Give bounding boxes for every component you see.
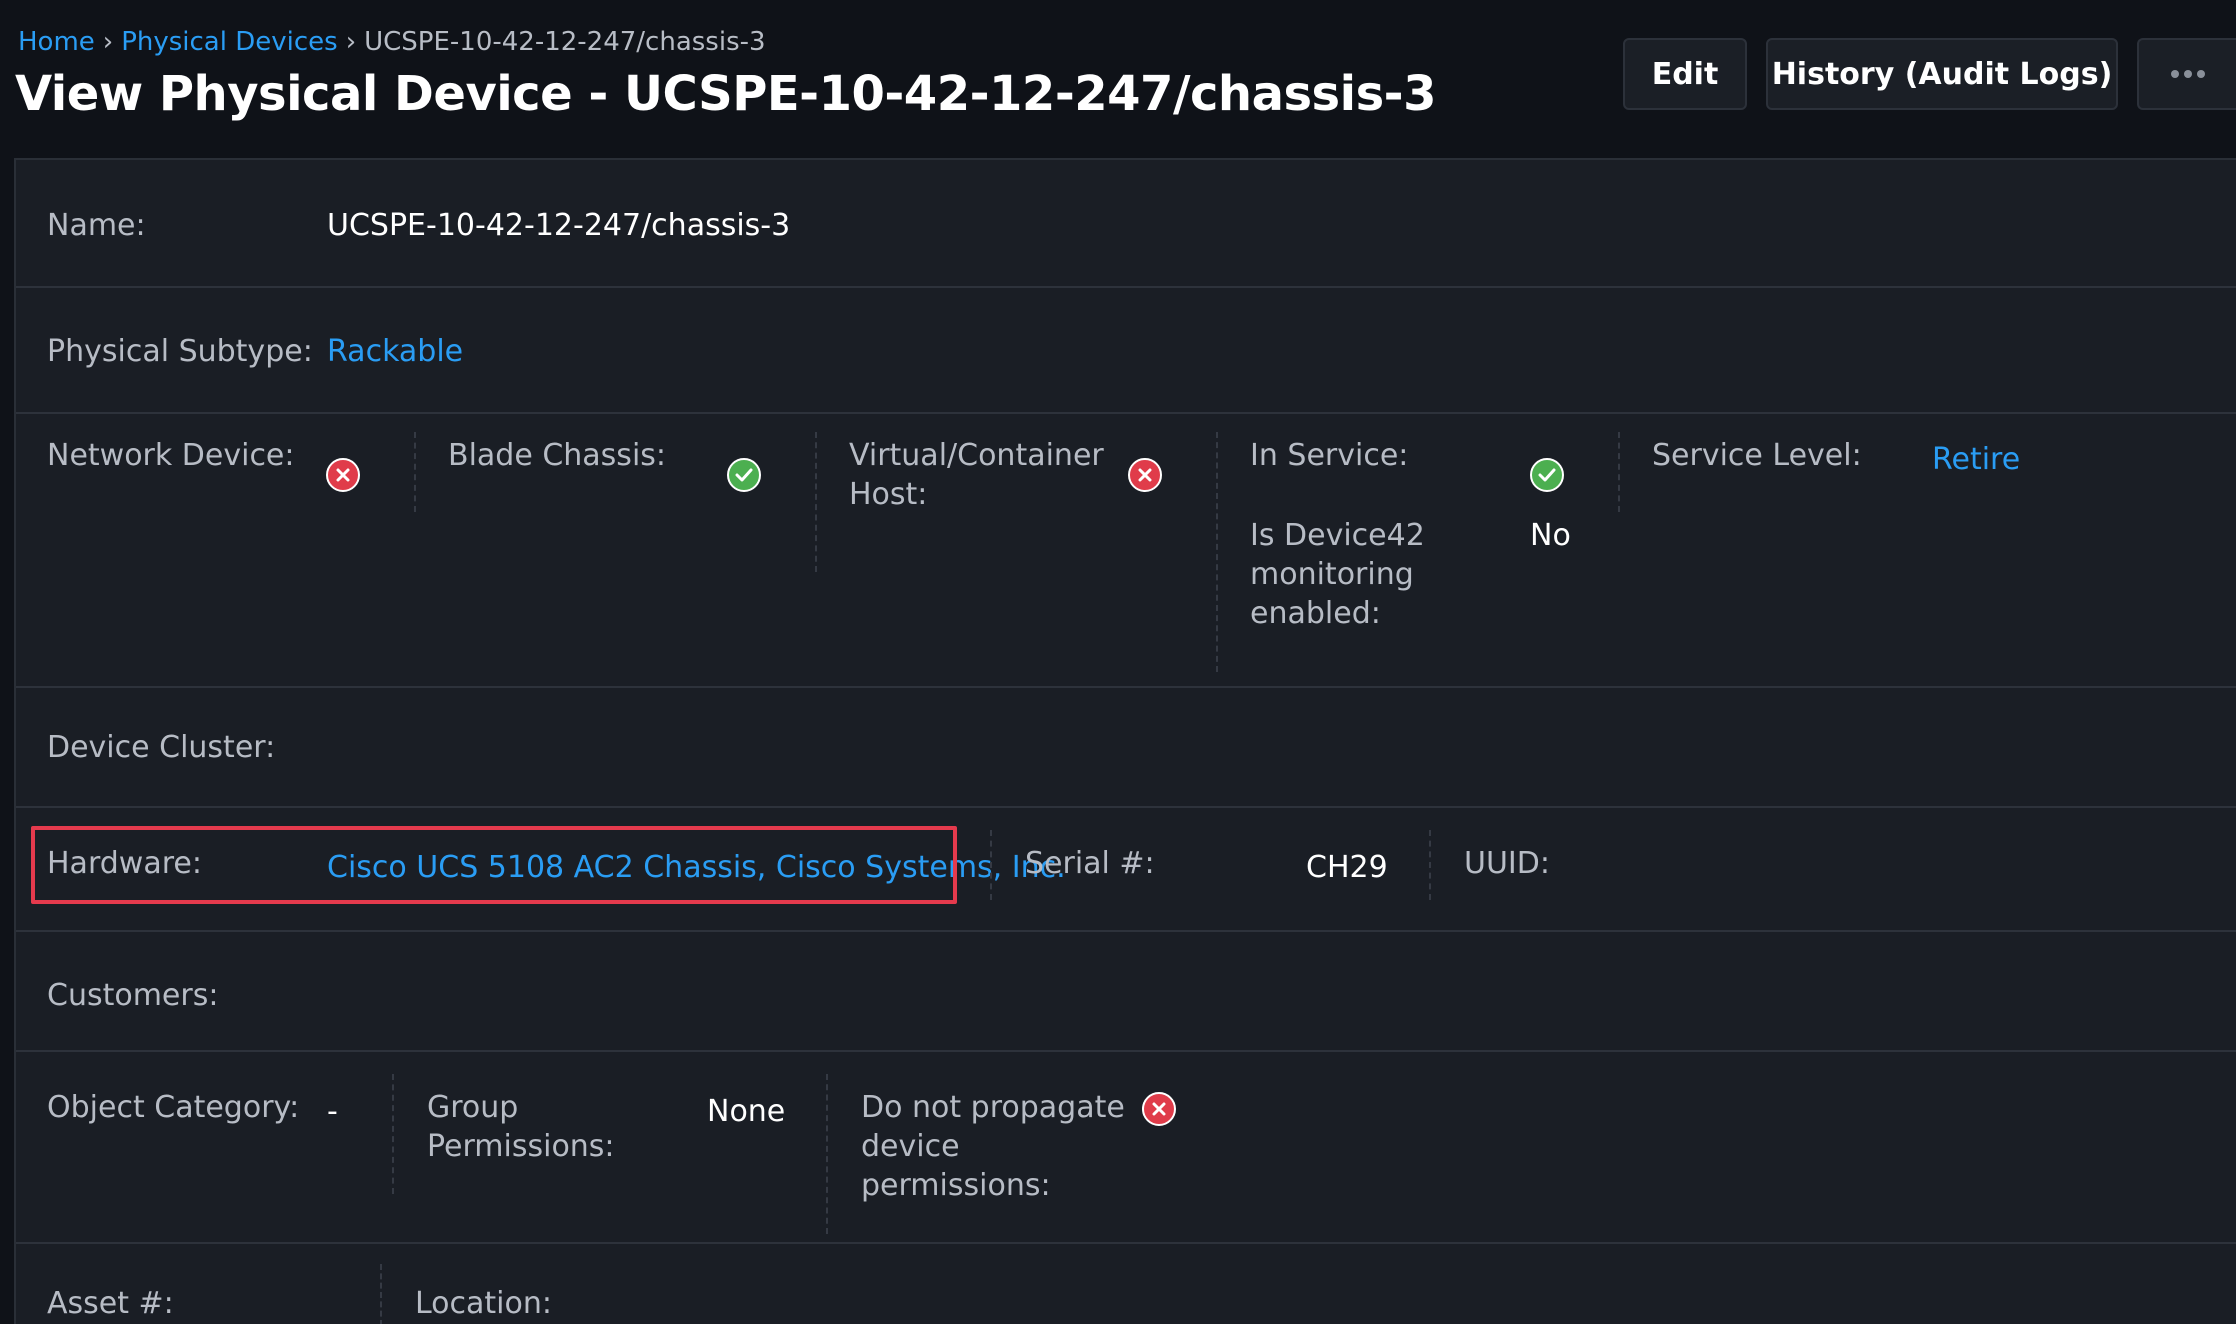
edit-button[interactable]: Edit [1623,38,1747,110]
network-device-label: Network Device: [47,438,295,473]
detail-row-flags: Network Device: Blade Chassis: Virtual/C… [16,414,2236,688]
group-permissions-label: Group Permissions: [427,1088,615,1166]
name-value: UCSPE-10-42-12-247/chassis-3 [327,208,791,243]
detail-row-name: Name: UCSPE-10-42-12-247/chassis-3 [16,160,2236,288]
customers-label: Customers: [47,978,219,1013]
propagate-permissions-label: Do not propagate device permissions: [861,1088,1125,1205]
x-circle-icon [1128,458,1162,492]
detail-row-physical-subtype: Physical Subtype: Rackable [16,288,2236,414]
column-divider [990,830,992,900]
breadcrumb-separator: › [102,27,114,57]
check-circle-icon [727,458,761,492]
hardware-highlight-box [31,826,957,904]
ellipsis-icon [2170,70,2205,78]
device-cluster-label: Device Cluster: [47,730,276,765]
x-circle-icon [1142,1092,1176,1126]
detail-row-permissions: Object Category: - Group Permissions: No… [16,1052,2236,1244]
check-circle-icon [1530,458,1564,492]
device-details-panel: Name: UCSPE-10-42-12-247/chassis-3 Physi… [14,158,2236,1324]
breadcrumb-separator: › [345,27,357,57]
location-label: Location: [415,1286,552,1321]
column-divider [1429,830,1431,900]
serial-label: Serial #: [1025,846,1155,881]
group-permissions-label-line: Group [427,1090,519,1125]
service-level-label: Service Level: [1652,438,1862,473]
uuid-label: UUID: [1464,846,1550,881]
serial-value: CH29 [1306,850,1388,885]
virtual-host-label-line: Host: [849,477,928,512]
object-category-value: - [327,1094,338,1129]
detail-row-asset: Asset #: Location: [16,1244,2236,1324]
breadcrumb: Home › Physical Devices › UCSPE-10-42-12-247… [18,26,766,58]
virtual-host-label: Virtual/Container Host: [849,436,1104,514]
more-actions-button[interactable] [2137,38,2236,110]
monitoring-value: No [1530,518,1571,553]
column-divider [1216,432,1218,672]
breadcrumb-home-link[interactable]: Home [18,27,95,57]
monitoring-label-line: Is Device42 [1250,518,1425,553]
column-divider [815,432,817,572]
monitoring-label-line: monitoring [1250,557,1414,592]
physical-subtype-label: Physical Subtype: [47,334,313,369]
column-divider [380,1264,382,1324]
detail-row-device-cluster: Device Cluster: [16,688,2236,808]
object-category-label: Object Category: [47,1090,300,1125]
virtual-host-label-line: Virtual/Container [849,438,1104,473]
group-permissions-label-line: Permissions: [427,1129,615,1164]
monitoring-label: Is Device42 monitoring enabled: [1250,516,1425,633]
column-divider [392,1074,394,1194]
propagate-label-line: permissions: [861,1168,1051,1203]
in-service-label: In Service: [1250,438,1409,473]
group-permissions-value: None [707,1094,786,1129]
column-divider [414,432,416,512]
detail-row-customers: Customers: [16,932,2236,1052]
propagate-label-line: device [861,1129,960,1164]
column-divider [1618,432,1620,512]
x-circle-icon [326,458,360,492]
history-audit-logs-button[interactable]: History (Audit Logs) [1766,38,2118,110]
physical-subtype-link[interactable]: Rackable [327,332,463,371]
propagate-label-line: Do not propagate [861,1090,1125,1125]
breadcrumb-physical-devices-link[interactable]: Physical Devices [121,27,338,57]
service-level-link[interactable]: Retire [1932,440,2020,479]
breadcrumb-current: UCSPE-10-42-12-247/chassis-3 [364,27,766,57]
name-label: Name: [47,208,146,243]
asset-label: Asset #: [47,1286,174,1321]
column-divider [826,1074,828,1234]
page-title: View Physical Device - UCSPE-10-42-12-24… [15,66,1436,122]
page-header: Home › Physical Devices › UCSPE-10-42-12-247… [0,0,2236,158]
monitoring-label-line: enabled: [1250,596,1381,631]
page: Home › Physical Devices › UCSPE-10-42-12-247… [0,0,2236,1324]
blade-chassis-label: Blade Chassis: [448,438,667,473]
